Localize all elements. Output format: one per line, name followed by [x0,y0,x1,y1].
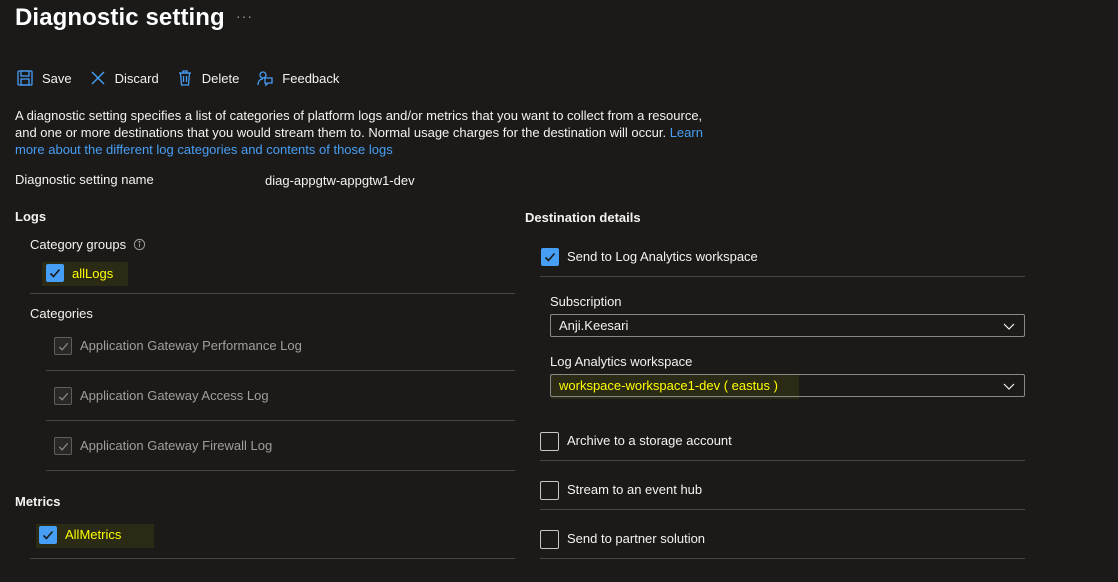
divider [46,420,515,421]
description: A diagnostic setting specifies a list of… [15,107,720,158]
feedback-label: Feedback [282,70,340,86]
subscription-value: Anji.Keesari [559,318,629,333]
divider [46,470,515,471]
all-metrics-checkbox[interactable] [39,526,57,544]
workspace-value: workspace-workspace1-dev ( eastus ) [559,378,778,393]
save-label: Save [42,70,72,86]
category-label: Application Gateway Firewall Log [80,438,273,453]
setting-name-value: diag-appgtw-appgtw1-dev [265,173,415,188]
checkmark-icon [42,530,54,540]
command-bar: Save Discard Delete Feedback [16,66,356,90]
save-button[interactable]: Save [16,69,72,87]
all-logs-checkbox[interactable] [46,264,64,282]
checkmark-icon [49,268,61,278]
setting-name-label: Diagnostic setting name [15,172,154,187]
divider [540,460,1025,461]
event-hub-label: Stream to an event hub [567,482,703,497]
category-label: Application Gateway Access Log [80,388,269,403]
destination-heading: Destination details [525,210,641,225]
category-label: Application Gateway Performance Log [80,338,302,353]
category-checkbox[interactable] [54,337,72,355]
logs-heading: Logs [15,209,47,224]
chevron-down-icon [1003,323,1015,330]
description-text: A diagnostic setting specifies a list of… [15,108,703,140]
category-checkbox[interactable] [54,387,72,405]
divider [540,509,1025,510]
checkmark-icon [544,252,556,262]
divider [30,293,515,294]
metrics-heading: Metrics [15,494,61,509]
workspace-label: Log Analytics workspace [550,354,693,369]
feedback-icon [257,71,273,87]
divider [30,558,515,559]
log-analytics-label: Send to Log Analytics workspace [567,249,758,264]
discard-label: Discard [114,70,159,86]
event-hub-checkbox[interactable] [540,481,559,500]
feedback-button[interactable]: Feedback [256,69,339,87]
close-icon [91,71,105,85]
page-title: Diagnostic setting [15,4,225,31]
chevron-down-icon [1003,383,1015,390]
workspace-dropdown[interactable]: workspace-workspace1-dev ( eastus ) [550,374,1025,397]
partner-solution-label: Send to partner solution [567,531,706,546]
category-groups-label: Category groups [30,237,127,252]
trash-icon [178,70,191,86]
storage-account-checkbox[interactable] [540,432,559,451]
categories-label: Categories [30,306,93,321]
subscription-label: Subscription [550,294,622,309]
divider [46,370,515,371]
checkmark-icon [58,442,68,451]
delete-label: Delete [201,70,240,86]
checkmark-icon [58,342,68,351]
divider [540,276,1025,277]
all-logs-label: allLogs [72,266,114,281]
save-icon [17,70,33,86]
partner-solution-checkbox[interactable] [540,530,559,549]
log-analytics-checkbox[interactable] [541,248,559,266]
checkmark-icon [58,392,68,401]
more-options-button[interactable]: ··· [236,8,253,24]
all-metrics-label: AllMetrics [65,527,122,542]
subscription-dropdown[interactable]: Anji.Keesari [550,314,1025,337]
delete-button[interactable]: Delete [176,69,240,87]
info-icon[interactable] [133,238,146,251]
divider [540,558,1025,559]
storage-account-label: Archive to a storage account [567,433,732,448]
discard-button[interactable]: Discard [89,69,159,87]
category-groups-row: Category groups [30,237,146,252]
category-checkbox[interactable] [54,437,72,455]
